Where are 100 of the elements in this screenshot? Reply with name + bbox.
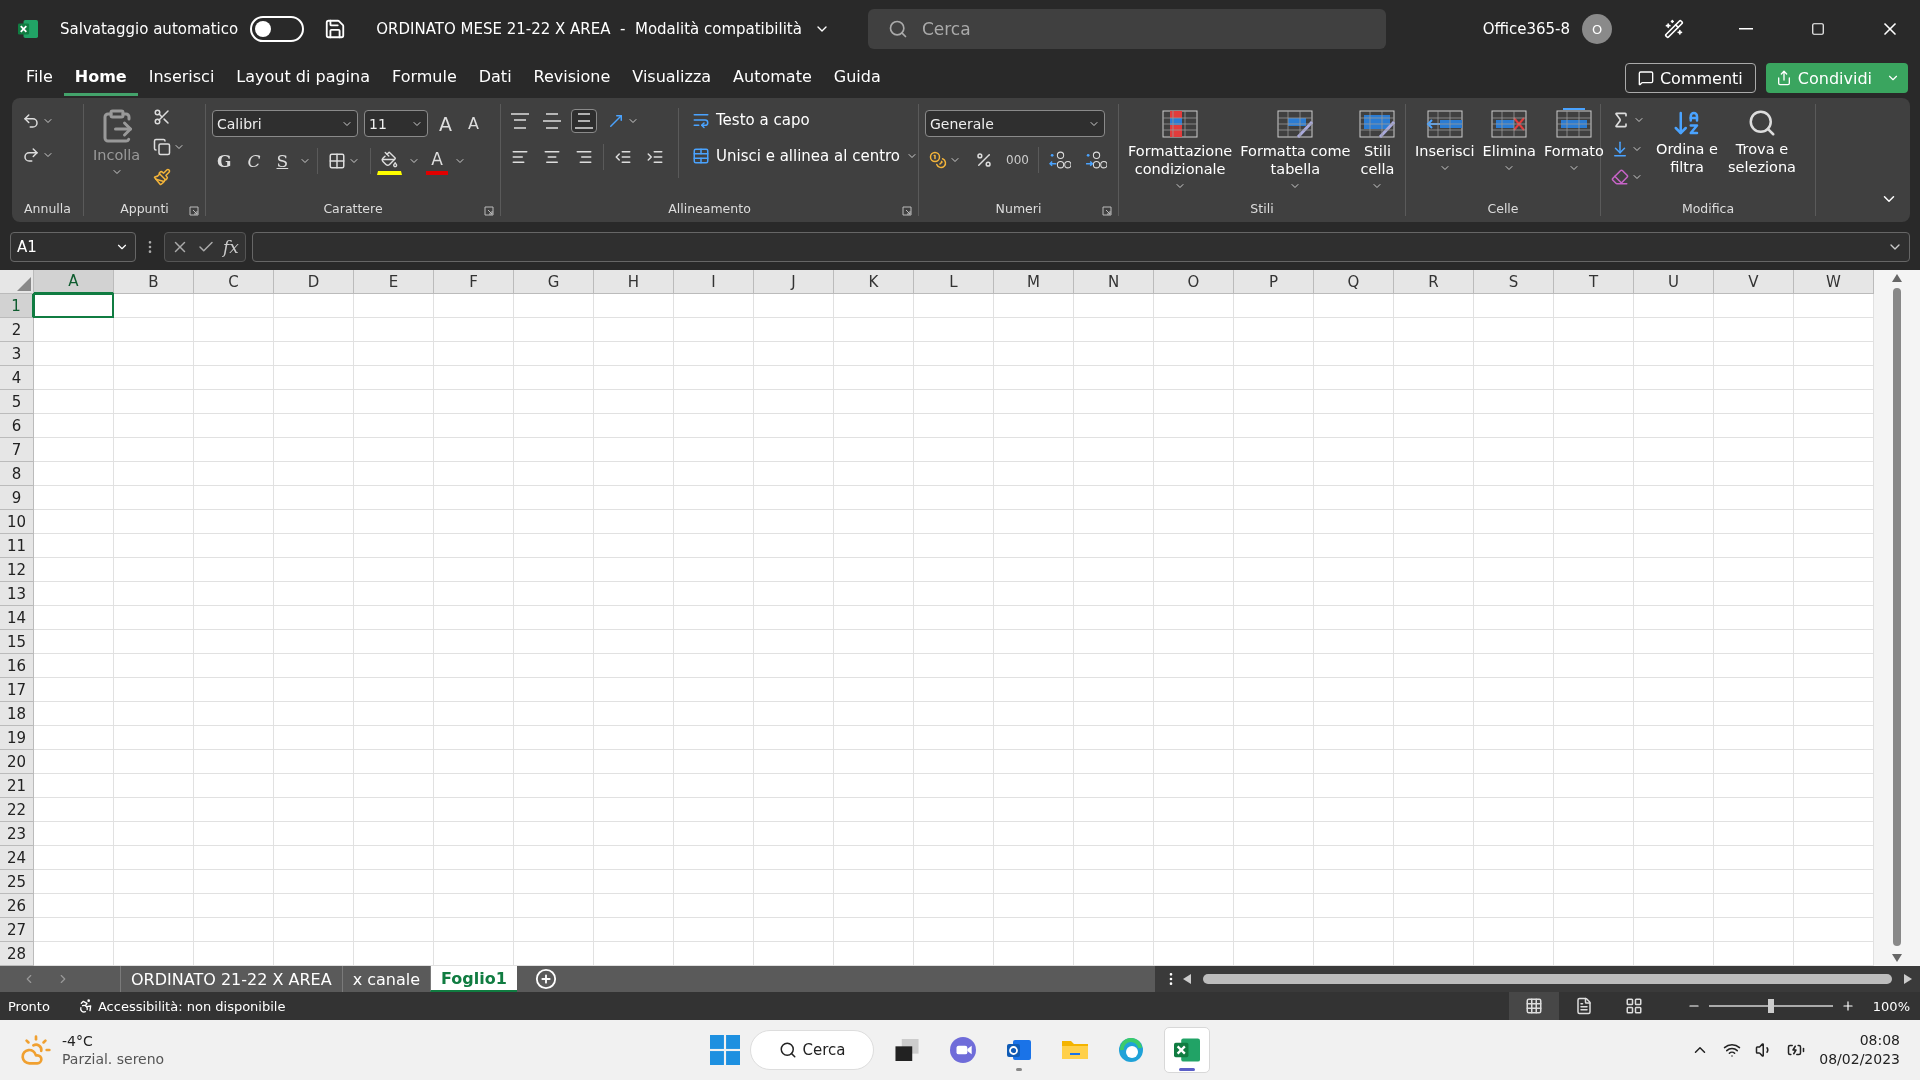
- menu-tab[interactable]: Formule: [381, 60, 468, 96]
- row-header[interactable]: 27: [0, 918, 34, 942]
- scrollbar-thumb[interactable]: [1893, 288, 1901, 946]
- format-button[interactable]: Formato: [1540, 104, 1607, 179]
- column-header[interactable]: F: [434, 270, 514, 294]
- column-header[interactable]: Q: [1314, 270, 1394, 294]
- row-header[interactable]: 10: [0, 510, 34, 534]
- launcher-icon[interactable]: [484, 206, 494, 216]
- row-header[interactable]: 15: [0, 630, 34, 654]
- underline-button[interactable]: S: [271, 149, 294, 173]
- launcher-icon[interactable]: [189, 206, 199, 216]
- row-header[interactable]: 12: [0, 558, 34, 582]
- grow-font-button[interactable]: A: [434, 110, 457, 137]
- column-header[interactable]: B: [114, 270, 194, 294]
- taskbar-search[interactable]: Cerca: [750, 1030, 874, 1070]
- delete-button[interactable]: Elimina: [1479, 104, 1539, 179]
- column-header[interactable]: D: [274, 270, 354, 294]
- menu-tab[interactable]: Automate: [722, 60, 823, 96]
- row-header[interactable]: 9: [0, 486, 34, 510]
- row-header[interactable]: 18: [0, 702, 34, 726]
- vertical-scrollbar[interactable]: [1874, 270, 1920, 966]
- row-header[interactable]: 21: [0, 774, 34, 798]
- column-header[interactable]: I: [674, 270, 754, 294]
- sort-button[interactable]: Ordina e filtra: [1653, 104, 1721, 181]
- menu-tab[interactable]: Inserisci: [137, 60, 226, 96]
- row-header[interactable]: 14: [0, 606, 34, 630]
- clock[interactable]: 08:08 08/02/2023: [1819, 1031, 1900, 1069]
- select-all-corner[interactable]: [0, 270, 34, 294]
- find-button[interactable]: Trova e seleziona: [1724, 104, 1799, 181]
- row-header[interactable]: 20: [0, 750, 34, 774]
- column-header[interactable]: S: [1474, 270, 1554, 294]
- row-header[interactable]: 26: [0, 894, 34, 918]
- row-header[interactable]: 2: [0, 318, 34, 342]
- column-header[interactable]: U: [1634, 270, 1714, 294]
- row-header[interactable]: 4: [0, 366, 34, 390]
- column-header[interactable]: K: [834, 270, 914, 294]
- wrap-text-button[interactable]: Testo a capo: [689, 108, 922, 132]
- column-header[interactable]: L: [914, 270, 994, 294]
- save-icon[interactable]: [324, 18, 347, 40]
- menu-tab[interactable]: Revisione: [522, 60, 622, 96]
- cell-styles-button[interactable]: Stili cella: [1355, 104, 1400, 197]
- scroll-right-icon[interactable]: [1904, 974, 1912, 984]
- scroll-down-icon[interactable]: [1892, 954, 1902, 962]
- horizontal-scrollbar[interactable]: [1155, 966, 1920, 992]
- row-header[interactable]: 1: [0, 294, 34, 318]
- launcher-icon[interactable]: [902, 206, 912, 216]
- selected-cell[interactable]: [33, 293, 114, 318]
- accessibility-status[interactable]: Accessibilità: non disponibile: [97, 998, 286, 1014]
- column-header[interactable]: A: [34, 270, 114, 294]
- paste-button[interactable]: Incolla: [90, 104, 144, 183]
- column-header[interactable]: E: [354, 270, 434, 294]
- insert-function-glyph[interactable]: fx: [223, 237, 239, 257]
- column-header[interactable]: T: [1554, 270, 1634, 294]
- font-size-field[interactable]: 11: [364, 110, 428, 137]
- row-header[interactable]: 24: [0, 846, 34, 870]
- search-field[interactable]: Cerca: [867, 9, 1386, 49]
- column-header[interactable]: P: [1234, 270, 1314, 294]
- row-header[interactable]: 11: [0, 534, 34, 558]
- column-header[interactable]: R: [1394, 270, 1474, 294]
- row-header[interactable]: 7: [0, 438, 34, 462]
- bold-button[interactable]: G: [212, 149, 237, 173]
- row-header[interactable]: 25: [0, 870, 34, 894]
- column-header[interactable]: M: [994, 270, 1074, 294]
- column-header[interactable]: O: [1154, 270, 1234, 294]
- row-header[interactable]: 23: [0, 822, 34, 846]
- italic-button[interactable]: C: [242, 149, 266, 173]
- formula-input[interactable]: [251, 232, 1910, 262]
- scroll-up-icon[interactable]: [1892, 274, 1902, 282]
- merge-center-button[interactable]: Unisci e allinea al centro: [689, 144, 922, 168]
- launcher-icon[interactable]: [1102, 206, 1112, 216]
- font-color-button[interactable]: A: [426, 147, 448, 175]
- column-header[interactable]: G: [514, 270, 594, 294]
- cell-grid[interactable]: [34, 294, 1874, 966]
- column-header[interactable]: J: [754, 270, 834, 294]
- column-header[interactable]: W: [1794, 270, 1874, 294]
- number-format-field[interactable]: Generale: [925, 110, 1105, 137]
- table-button[interactable]: Formatta come tabella: [1237, 104, 1354, 197]
- zoom-level[interactable]: 100%: [1872, 998, 1910, 1014]
- row-header[interactable]: 13: [0, 582, 34, 606]
- sheet-tab[interactable]: Foglio1: [430, 966, 517, 992]
- font-name-field[interactable]: Calibri: [212, 110, 358, 137]
- row-header[interactable]: 17: [0, 678, 34, 702]
- conditional-button[interactable]: Formattazione condizionale: [1125, 104, 1236, 197]
- shrink-font-button[interactable]: A: [463, 112, 484, 135]
- column-header[interactable]: H: [594, 270, 674, 294]
- row-header[interactable]: 16: [0, 654, 34, 678]
- start-icon[interactable]: [710, 1035, 740, 1065]
- menu-tab[interactable]: Dati: [467, 60, 523, 96]
- row-header[interactable]: 22: [0, 798, 34, 822]
- column-header[interactable]: V: [1714, 270, 1794, 294]
- vertical-align-button[interactable]: [571, 109, 597, 133]
- menu-tab[interactable]: Guida: [822, 60, 892, 96]
- row-header[interactable]: 28: [0, 942, 34, 966]
- menu-tab[interactable]: Layout di pagina: [225, 60, 381, 96]
- wifi-icon[interactable]: [1723, 1041, 1742, 1059]
- autosave-toggle[interactable]: [250, 16, 305, 42]
- menu-tab[interactable]: Visualizza: [621, 60, 723, 96]
- zoom-in-icon[interactable]: [1840, 999, 1855, 1013]
- name-box[interactable]: A1: [10, 232, 136, 262]
- comments-button[interactable]: Commenti: [1624, 63, 1756, 93]
